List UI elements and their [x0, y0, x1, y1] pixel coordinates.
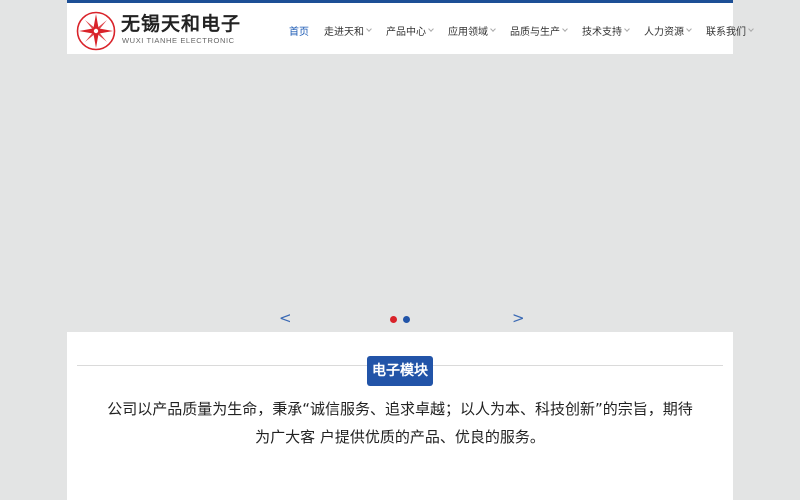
- description-line: 为广大客 户提供优质的产品、优良的服务。: [255, 428, 545, 446]
- chevron-down-icon: [366, 26, 372, 32]
- nav-item-contact[interactable]: 联系我们: [706, 23, 754, 38]
- section-title: 电子模块: [367, 356, 433, 386]
- nav-item-about[interactable]: 走进天和: [324, 23, 372, 38]
- slider-prev-button[interactable]: <: [279, 308, 292, 328]
- section-description: 公司以产品质量为生命，秉承“诚信服务、追求卓越；以人为本、科技创新”的宗旨，期待…: [89, 395, 711, 451]
- nav-item-support[interactable]: 技术支持: [582, 23, 630, 38]
- chevron-down-icon: [428, 26, 434, 32]
- logo-emblem-icon: [76, 11, 116, 51]
- chevron-down-icon: [624, 26, 630, 32]
- description-line: 公司以产品质量为生命，秉承“诚信服务、追求卓越；以人为本、科技创新”的宗旨，期待: [107, 400, 693, 418]
- intro-section: 电子模块 公司以产品质量为生命，秉承“诚信服务、追求卓越；以人为本、科技创新”的…: [67, 332, 733, 500]
- nav-item-label: 人力资源: [644, 26, 684, 38]
- nav-item-products[interactable]: 产品中心: [386, 23, 434, 38]
- nav-item-quality[interactable]: 品质与生产: [510, 23, 568, 38]
- slider-next-button[interactable]: >: [512, 308, 525, 328]
- nav-item-label: 联系我们: [706, 26, 746, 38]
- nav-item-label: 应用领域: [448, 26, 488, 38]
- site-logo[interactable]: 无锡天和电子 WUXI TIANHE ELECTRONIC: [76, 11, 246, 51]
- main-nav: 首页 走进天和 产品中心 应用领域 品质与生产 技术支持 人力资源 联系我们: [289, 3, 754, 57]
- nav-item-label: 走进天和: [324, 26, 364, 38]
- slider-dot-2[interactable]: [403, 316, 410, 323]
- chevron-down-icon: [748, 26, 754, 32]
- chevron-down-icon: [490, 26, 496, 32]
- nav-item-label: 首页: [289, 26, 309, 38]
- nav-item-label: 技术支持: [582, 26, 622, 38]
- logo-english-name: WUXI TIANHE ELECTRONIC: [122, 36, 235, 45]
- slider-dot-1[interactable]: [390, 316, 397, 323]
- nav-item-home[interactable]: 首页: [289, 23, 309, 38]
- nav-item-hr[interactable]: 人力资源: [644, 23, 692, 38]
- nav-item-label: 品质与生产: [510, 26, 560, 38]
- chevron-down-icon: [562, 26, 568, 32]
- banner-slider: [67, 54, 733, 332]
- logo-chinese-name: 无锡天和电子: [121, 13, 242, 35]
- nav-item-label: 产品中心: [386, 26, 426, 38]
- nav-item-applications[interactable]: 应用领域: [448, 23, 496, 38]
- chevron-down-icon: [686, 26, 692, 32]
- site-header: 无锡天和电子 WUXI TIANHE ELECTRONIC 首页 走进天和 产品…: [67, 0, 754, 54]
